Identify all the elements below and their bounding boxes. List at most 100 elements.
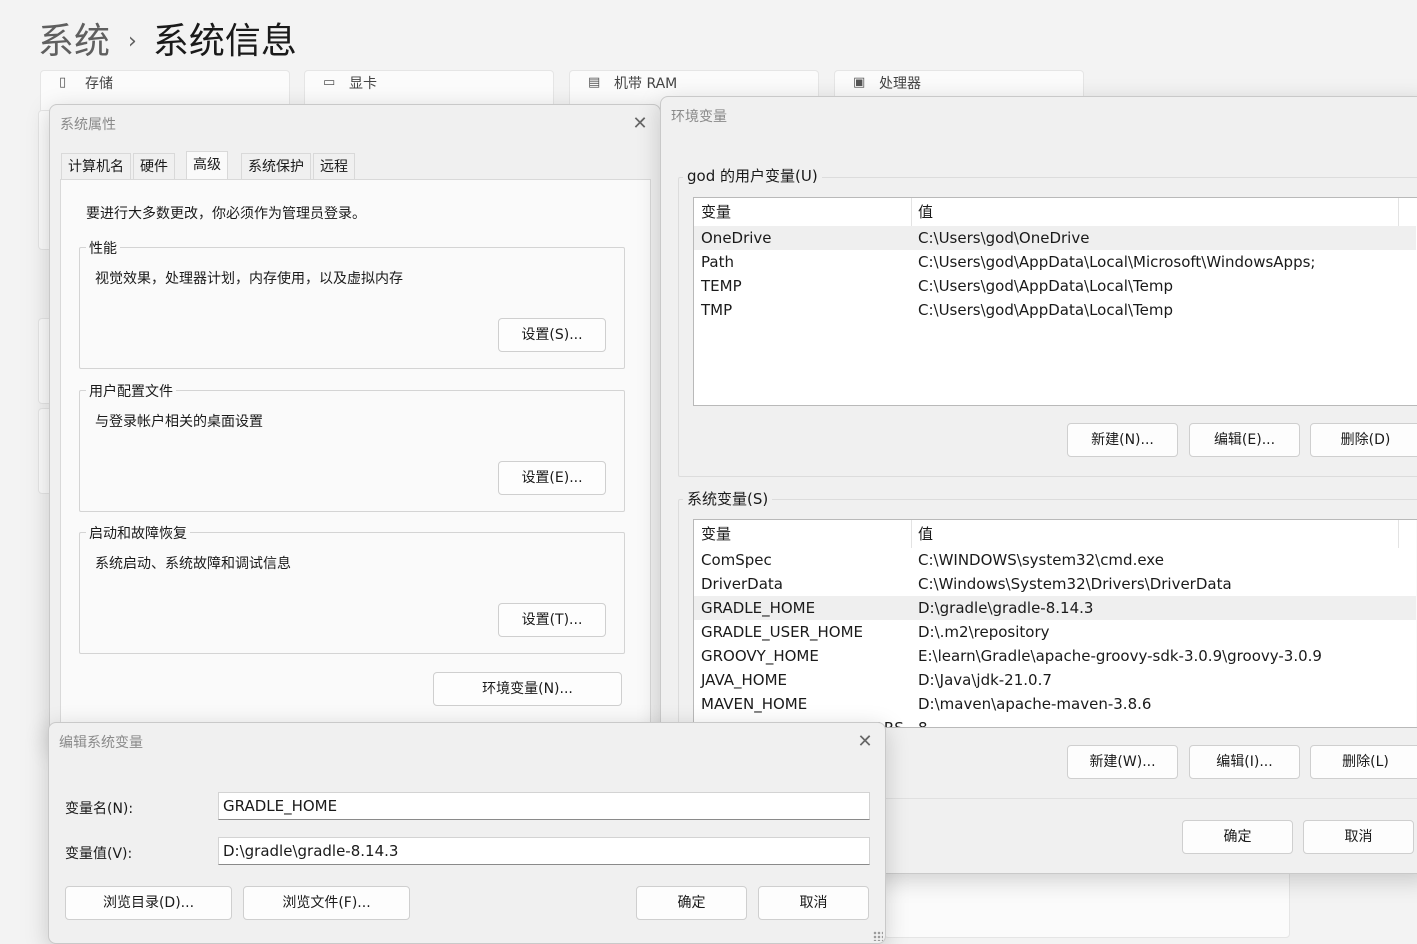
performance-settings-button[interactable]: 设置(S)...: [498, 318, 606, 352]
user-variables-label: god 的用户变量(U): [683, 165, 822, 186]
variable-name-label: 变量名(N):: [65, 801, 134, 817]
breadcrumb-root[interactable]: 系统: [38, 21, 110, 62]
system-delete-button[interactable]: 删除(L): [1310, 745, 1417, 779]
system-variable-row[interactable]: GRADLE_USER_HOME D:\.m2\repository: [694, 620, 1416, 644]
spec-card-label: 处理器: [879, 76, 921, 92]
variable-value: C:\Users\god\AppData\Local\Microsoft\Win…: [918, 253, 1316, 271]
spec-card-label: 存储: [85, 76, 113, 92]
dialog-title: 系统属性: [60, 117, 116, 133]
column-header-variable[interactable]: 变量: [701, 520, 731, 546]
environment-variables-button[interactable]: 环境变量(N)...: [433, 672, 622, 706]
user-variable-row[interactable]: TEMP C:\Users\god\AppData\Local\Temp: [694, 274, 1416, 298]
performance-group: 性能 视觉效果，处理器计划，内存使用，以及虚拟内存 设置(S)...: [79, 238, 625, 369]
edit-cancel-button[interactable]: 取消: [758, 886, 869, 920]
column-divider[interactable]: [911, 520, 912, 548]
system-variable-row[interactable]: DriverData C:\Windows\System32\Drivers\Dr…: [694, 572, 1416, 596]
display-icon: ▭: [323, 75, 336, 90]
column-divider[interactable]: [1398, 198, 1399, 226]
column-header-variable[interactable]: 变量: [701, 198, 731, 224]
tab-panel-advanced: 要进行大多数更改，你必须作为管理员登录。 性能 视觉效果，处理器计划，内存使用，…: [60, 179, 651, 741]
group-description: 与登录帐户相关的桌面设置: [95, 414, 263, 430]
variable-value: C:\Users\god\OneDrive: [918, 229, 1090, 247]
variable-name: OneDrive: [701, 229, 772, 247]
user-edit-button[interactable]: 编辑(E)...: [1189, 423, 1300, 457]
variable-name: ComSpec: [701, 551, 772, 569]
dialog-title: 环境变量: [671, 109, 727, 125]
background-panel: [884, 870, 1290, 938]
variable-name-input[interactable]: [218, 792, 870, 820]
breadcrumb-separator: ›: [128, 29, 137, 54]
browse-file-button[interactable]: 浏览文件(F)...: [243, 886, 410, 920]
group-title: 性能: [86, 238, 120, 258]
system-new-button[interactable]: 新建(W)...: [1067, 745, 1178, 779]
resize-grip-icon[interactable]: [873, 931, 883, 941]
startup-recovery-settings-button[interactable]: 设置(T)...: [498, 603, 606, 637]
variable-name: MAVEN_HOME: [701, 695, 808, 713]
ram-icon: ▤: [588, 75, 601, 90]
system-edit-button[interactable]: 编辑(I)...: [1189, 745, 1300, 779]
storage-icon: ▯: [59, 75, 67, 90]
system-variable-row[interactable]: GROOVY_HOME E:\learn\Gradle\apache-groovy…: [694, 644, 1416, 668]
system-variable-row[interactable]: JAVA_HOME D:\Java\jdk-21.0.7: [694, 668, 1416, 692]
user-new-button[interactable]: 新建(N)...: [1067, 423, 1178, 457]
variable-name: JAVA_HOME: [701, 671, 788, 689]
tab-computer-name[interactable]: 计算机名: [61, 153, 131, 179]
browse-directory-button[interactable]: 浏览目录(D)...: [65, 886, 232, 920]
variable-value: D:\maven\apache-maven-3.8.6: [918, 695, 1152, 713]
env-cancel-button[interactable]: 取消: [1303, 820, 1414, 854]
group-title: 启动和故障恢复: [86, 523, 190, 543]
dialog-title: 编辑系统变量: [59, 735, 143, 751]
startup-recovery-group: 启动和故障恢复 系统启动、系统故障和调试信息 设置(T)...: [79, 523, 625, 654]
variable-value-label: 变量值(V):: [65, 846, 133, 862]
system-variable-row[interactable]: MAVEN_HOME D:\maven\apache-maven-3.8.6: [694, 692, 1416, 716]
env-ok-button[interactable]: 确定: [1182, 820, 1293, 854]
variable-value-input[interactable]: [218, 837, 870, 865]
variable-name: TEMP: [701, 277, 742, 295]
variable-value: 8: [918, 719, 928, 728]
admin-note: 要进行大多数更改，你必须作为管理员登录。: [86, 206, 366, 222]
variable-name: GRADLE_USER_HOME: [701, 623, 863, 641]
variable-value: C:\WINDOWS\system32\cmd.exe: [918, 551, 1164, 569]
variable-name: TMP: [701, 301, 733, 319]
system-variables-label: 系统变量(S): [683, 488, 773, 509]
user-variable-row[interactable]: TMP C:\Users\god\AppData\Local\Temp: [694, 298, 1416, 322]
close-icon[interactable]: ✕: [626, 110, 654, 138]
user-delete-button[interactable]: 删除(D): [1310, 423, 1417, 457]
system-variable-row[interactable]: GRADLE_HOME D:\gradle\gradle-8.14.3: [694, 596, 1416, 620]
tab-hardware[interactable]: 硬件: [133, 153, 175, 179]
edit-ok-button[interactable]: 确定: [636, 886, 747, 920]
variable-name: GRADLE_HOME: [701, 599, 816, 617]
variable-value: C:\Users\god\AppData\Local\Temp: [918, 301, 1173, 319]
spec-card-label: 显卡: [349, 76, 377, 92]
group-title: 用户配置文件: [86, 381, 176, 401]
close-icon[interactable]: ✕: [851, 728, 879, 756]
edit-system-variable-dialog: 编辑系统变量 ✕ 变量名(N): 变量值(V): 浏览目录(D)... 浏览文件…: [48, 722, 886, 944]
user-variable-row[interactable]: Path C:\Users\god\AppData\Local\Microsoft…: [694, 250, 1416, 274]
tab-system-protection[interactable]: 系统保护: [241, 153, 311, 179]
breadcrumb: 系统 › 系统信息: [38, 12, 297, 64]
variable-value: C:\Windows\System32\Drivers\DriverData: [918, 575, 1232, 593]
user-profiles-group: 用户配置文件 与登录帐户相关的桌面设置 设置(E)...: [79, 381, 625, 512]
variable-name: GROOVY_HOME: [701, 647, 819, 665]
group-description: 视觉效果，处理器计划，内存使用，以及虚拟内存: [95, 271, 403, 287]
column-header-value[interactable]: 值: [918, 520, 933, 546]
system-variable-row[interactable]: ComSpec C:\WINDOWS\system32\cmd.exe: [694, 548, 1416, 572]
user-variable-row[interactable]: OneDrive C:\Users\god\OneDrive: [694, 226, 1416, 250]
system-variables-list[interactable]: 变量 值 ComSpec C:\WINDOWS\system32\cmd.exe …: [693, 519, 1417, 728]
column-header-value[interactable]: 值: [918, 198, 933, 224]
column-divider[interactable]: [911, 198, 912, 226]
variable-value: D:\.m2\repository: [918, 623, 1050, 641]
user-profiles-settings-button[interactable]: 设置(E)...: [498, 461, 606, 495]
spec-card-label: 机带 RAM: [614, 76, 678, 92]
tab-remote[interactable]: 远程: [313, 153, 355, 179]
tab-advanced[interactable]: 高级: [186, 151, 228, 179]
variable-value: D:\gradle\gradle-8.14.3: [918, 599, 1094, 617]
variable-value: D:\Java\jdk-21.0.7: [918, 671, 1052, 689]
variable-name: DriverData: [701, 575, 783, 593]
variable-value: E:\learn\Gradle\apache-groovy-sdk-3.0.9\…: [918, 647, 1322, 665]
cpu-icon: ▣: [853, 75, 866, 90]
group-description: 系统启动、系统故障和调试信息: [95, 556, 291, 572]
column-divider[interactable]: [1398, 520, 1399, 548]
page-title: 系统信息: [152, 21, 297, 62]
user-variables-list[interactable]: 变量 值 OneDrive C:\Users\god\OneDrive Path C…: [693, 197, 1417, 406]
